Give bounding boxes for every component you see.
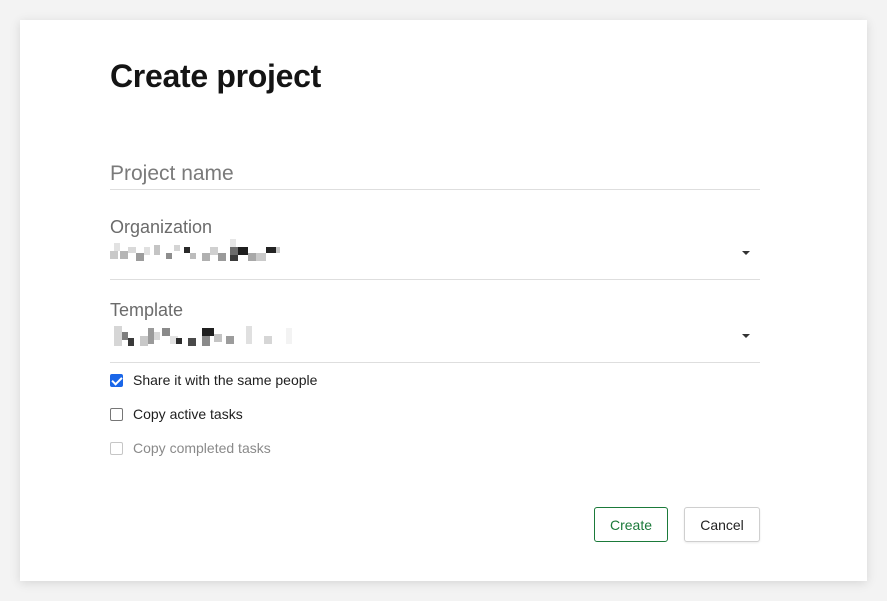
copy-completed-tasks-option: Copy completed tasks [110,437,271,459]
template-value-redacted [110,322,300,346]
dialog-title: Create project [110,58,321,94]
copy-completed-tasks-label: Copy completed tasks [133,440,271,456]
template-select[interactable]: Template [110,300,760,363]
copy-completed-tasks-checkbox [110,441,123,455]
organization-select[interactable]: Organization [110,217,760,280]
project-name-input[interactable] [110,159,760,190]
copy-active-tasks-checkbox[interactable] [110,407,123,421]
create-project-dialog: Create project Organization [20,20,867,581]
copy-active-tasks-option[interactable]: Copy active tasks [110,403,243,425]
share-checkbox-label: Share it with the same people [133,372,318,388]
organization-value-redacted [110,239,290,263]
copy-active-tasks-label: Copy active tasks [133,406,243,422]
share-checkbox[interactable] [110,373,123,387]
share-with-same-people-option[interactable]: Share it with the same people [110,369,317,391]
organization-label: Organization [110,217,213,237]
cancel-button[interactable]: Cancel [684,507,760,542]
caret-down-icon [742,334,750,338]
template-label: Template [110,300,184,320]
caret-down-icon [742,251,750,255]
create-button[interactable]: Create [594,507,668,542]
